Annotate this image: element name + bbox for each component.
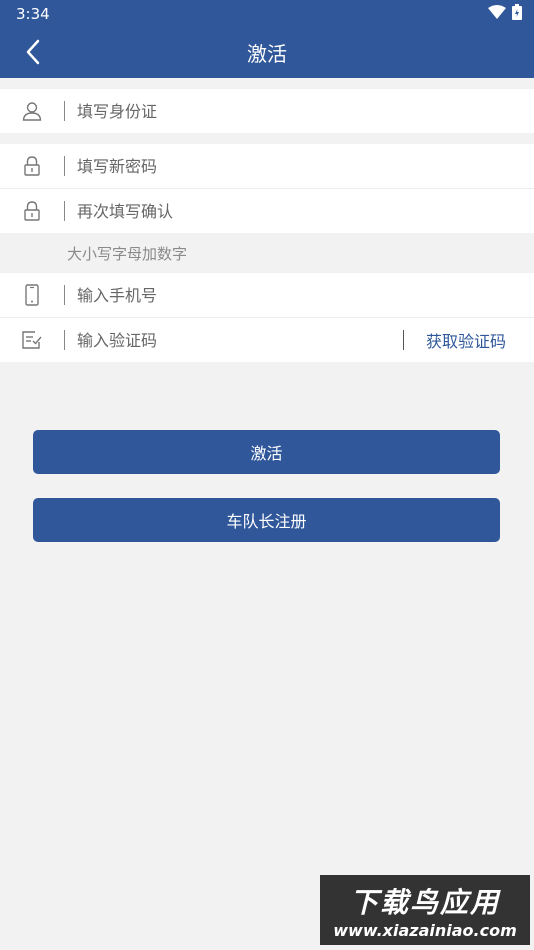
- status-bar: 3:34: [0, 0, 534, 26]
- status-time: 3:34: [16, 5, 50, 23]
- watermark-logo: 下载鸟应用 www.xiazainiao.com: [320, 875, 530, 945]
- phone-row: [0, 273, 534, 317]
- phone-input[interactable]: [77, 285, 534, 305]
- lock-icon-wrap: [0, 156, 64, 176]
- watermark-url: www.xiazainiao.com: [333, 920, 517, 940]
- phone-icon-wrap: [0, 284, 64, 306]
- phone-icon: [25, 284, 39, 306]
- app-bar: 激活: [0, 26, 534, 78]
- battery-icon: [512, 4, 522, 20]
- new-password-row: [0, 144, 534, 188]
- edit-code-icon: [22, 331, 42, 349]
- field-separator: [64, 156, 65, 176]
- id-number-input[interactable]: [77, 101, 534, 121]
- verification-code-row: 获取验证码: [0, 318, 534, 362]
- confirm-password-input[interactable]: [77, 201, 534, 221]
- activation-form: 大小写字母加数字 获取验证码: [0, 89, 534, 362]
- lock-icon: [24, 201, 40, 221]
- id-number-row: [0, 89, 534, 133]
- get-code-button[interactable]: 获取验证码: [402, 328, 534, 352]
- user-icon-wrap: [0, 101, 64, 121]
- field-separator: [64, 285, 65, 305]
- field-separator: [64, 330, 65, 350]
- lock-icon-wrap: [0, 201, 64, 221]
- activate-button[interactable]: 激活: [33, 430, 500, 474]
- watermark-title: 下载鸟应用: [349, 885, 500, 919]
- edit-code-icon-wrap: [0, 331, 64, 349]
- new-password-input[interactable]: [77, 156, 534, 176]
- lock-icon: [24, 156, 40, 176]
- field-separator: [402, 330, 404, 350]
- status-icons: [488, 4, 522, 20]
- get-code-label: 获取验证码: [425, 332, 506, 351]
- password-hint: 大小写字母加数字: [0, 233, 534, 273]
- captain-register-button[interactable]: 车队长注册: [33, 498, 500, 542]
- field-separator: [64, 101, 65, 121]
- wifi-icon: [488, 5, 506, 19]
- confirm-password-row: [0, 189, 534, 233]
- verification-code-input[interactable]: [77, 330, 403, 350]
- field-separator: [64, 201, 65, 221]
- page-title: 激活: [247, 42, 287, 66]
- user-icon: [22, 102, 42, 121]
